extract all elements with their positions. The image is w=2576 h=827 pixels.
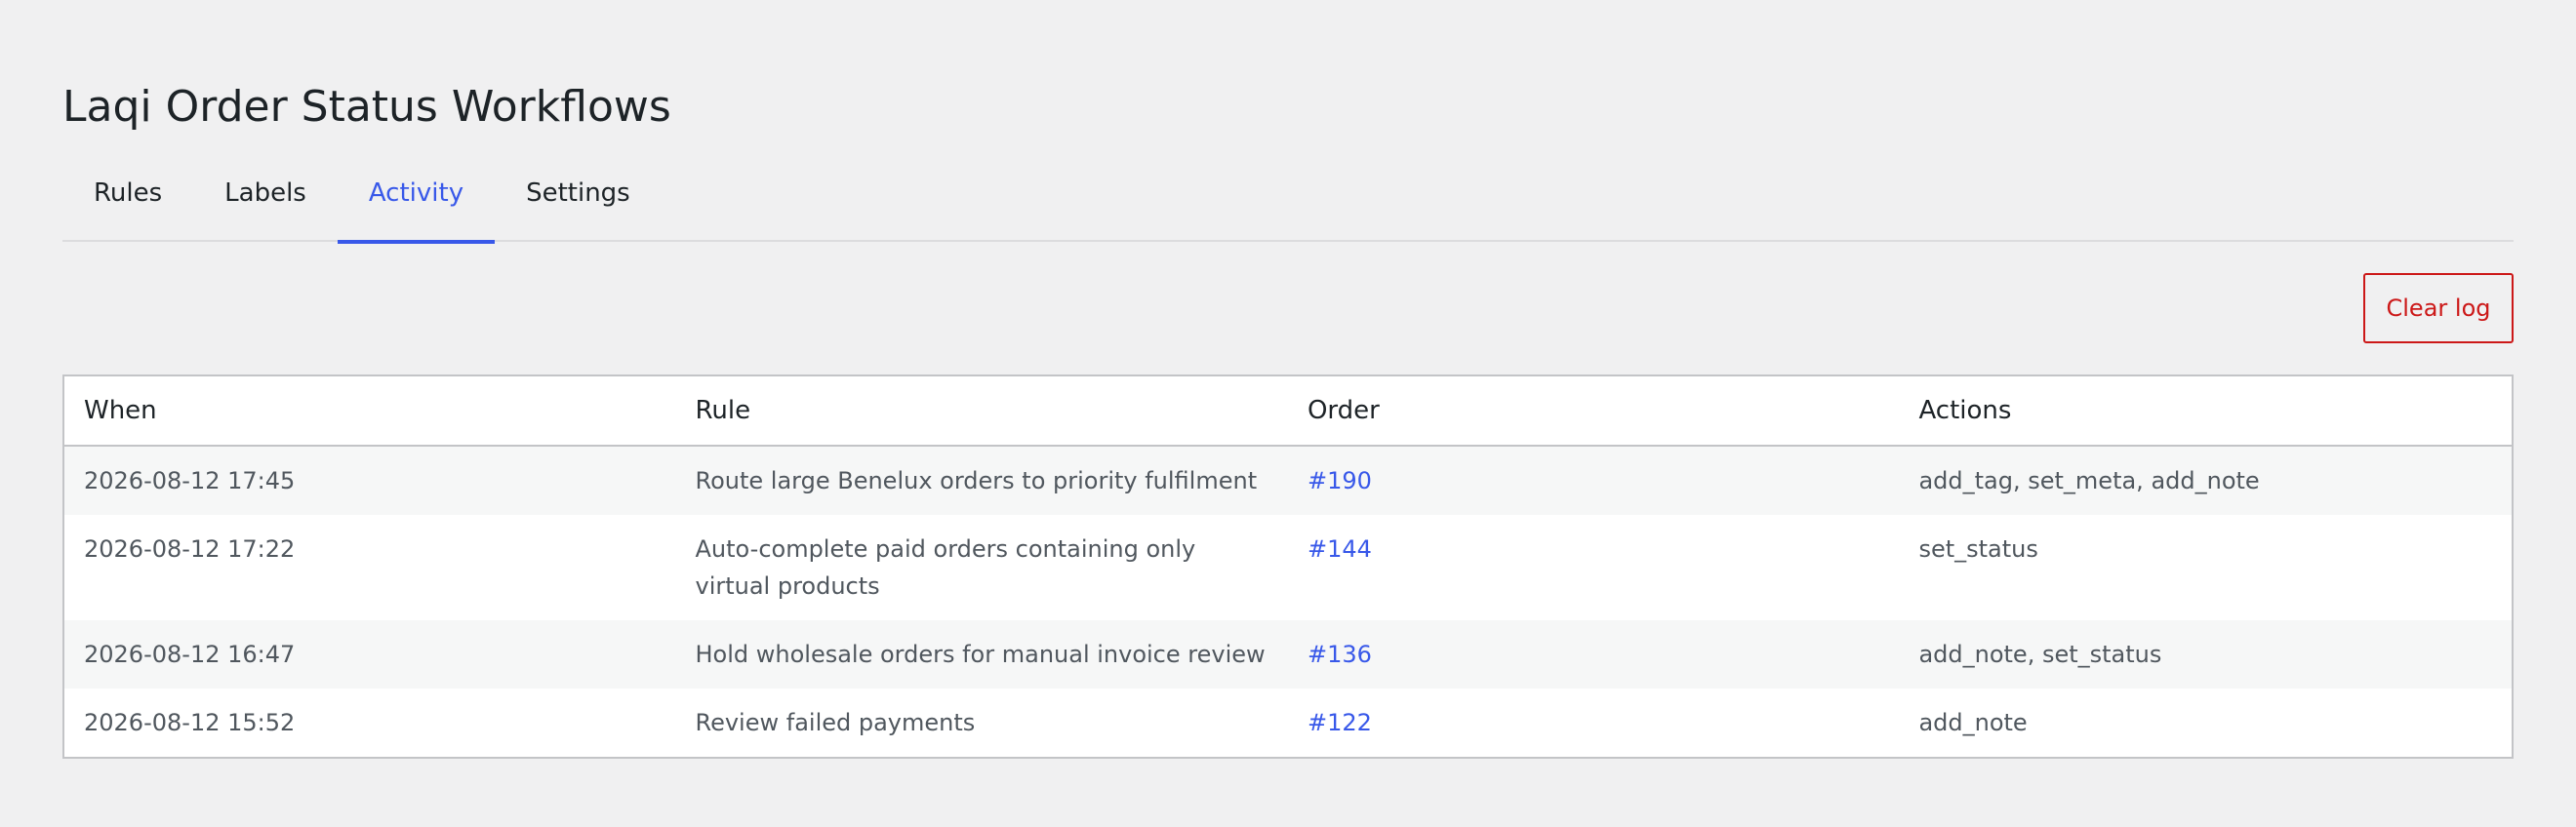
tab-rules[interactable]: Rules (62, 162, 193, 242)
table-row: 2026-08-12 16:47 Hold wholesale orders f… (63, 620, 2513, 689)
activity-table: When Rule Order Actions 2026-08-12 17:45… (62, 374, 2514, 759)
tab-labels[interactable]: Labels (193, 162, 338, 242)
column-header-actions: Actions (1899, 375, 2513, 447)
cell-order: #190 (1287, 446, 1900, 515)
tab-bar: Rules Labels Activity Settings (62, 162, 2514, 244)
order-link[interactable]: #122 (1308, 709, 1372, 736)
clear-log-button[interactable]: Clear log (2363, 273, 2514, 343)
cell-order: #144 (1287, 515, 1900, 620)
cell-actions: set_status (1899, 515, 2513, 620)
cell-when: 2026-08-12 17:22 (63, 515, 676, 620)
cell-actions: add_note (1899, 689, 2513, 758)
cell-when: 2026-08-12 17:45 (63, 446, 676, 515)
table-row: 2026-08-12 17:45 Route large Benelux ord… (63, 446, 2513, 515)
column-header-order: Order (1287, 375, 1900, 447)
order-link[interactable]: #190 (1308, 467, 1372, 494)
cell-when: 2026-08-12 16:47 (63, 620, 676, 689)
tab-settings[interactable]: Settings (495, 162, 662, 242)
cell-when: 2026-08-12 15:52 (63, 689, 676, 758)
cell-order: #122 (1287, 689, 1900, 758)
tab-activity[interactable]: Activity (337, 162, 496, 244)
cell-rule: Hold wholesale orders for manual invoice… (675, 620, 1288, 689)
column-header-when: When (63, 375, 676, 447)
column-header-rule: Rule (675, 375, 1288, 447)
order-link[interactable]: #136 (1308, 641, 1372, 668)
cell-order: #136 (1287, 620, 1900, 689)
cell-actions: add_note, set_status (1899, 620, 2513, 689)
order-link[interactable]: #144 (1308, 535, 1372, 563)
cell-rule: Review failed payments (675, 689, 1288, 758)
table-header-row: When Rule Order Actions (63, 375, 2513, 447)
table-row: 2026-08-12 15:52 Review failed payments … (63, 689, 2513, 758)
cell-rule: Auto-complete paid orders containing onl… (675, 515, 1288, 620)
table-row: 2026-08-12 17:22 Auto-complete paid orde… (63, 515, 2513, 620)
cell-rule: Route large Benelux orders to priority f… (675, 446, 1288, 515)
page-title: Laqi Order Status Workflows (62, 82, 671, 132)
cell-actions: add_tag, set_meta, add_note (1899, 446, 2513, 515)
